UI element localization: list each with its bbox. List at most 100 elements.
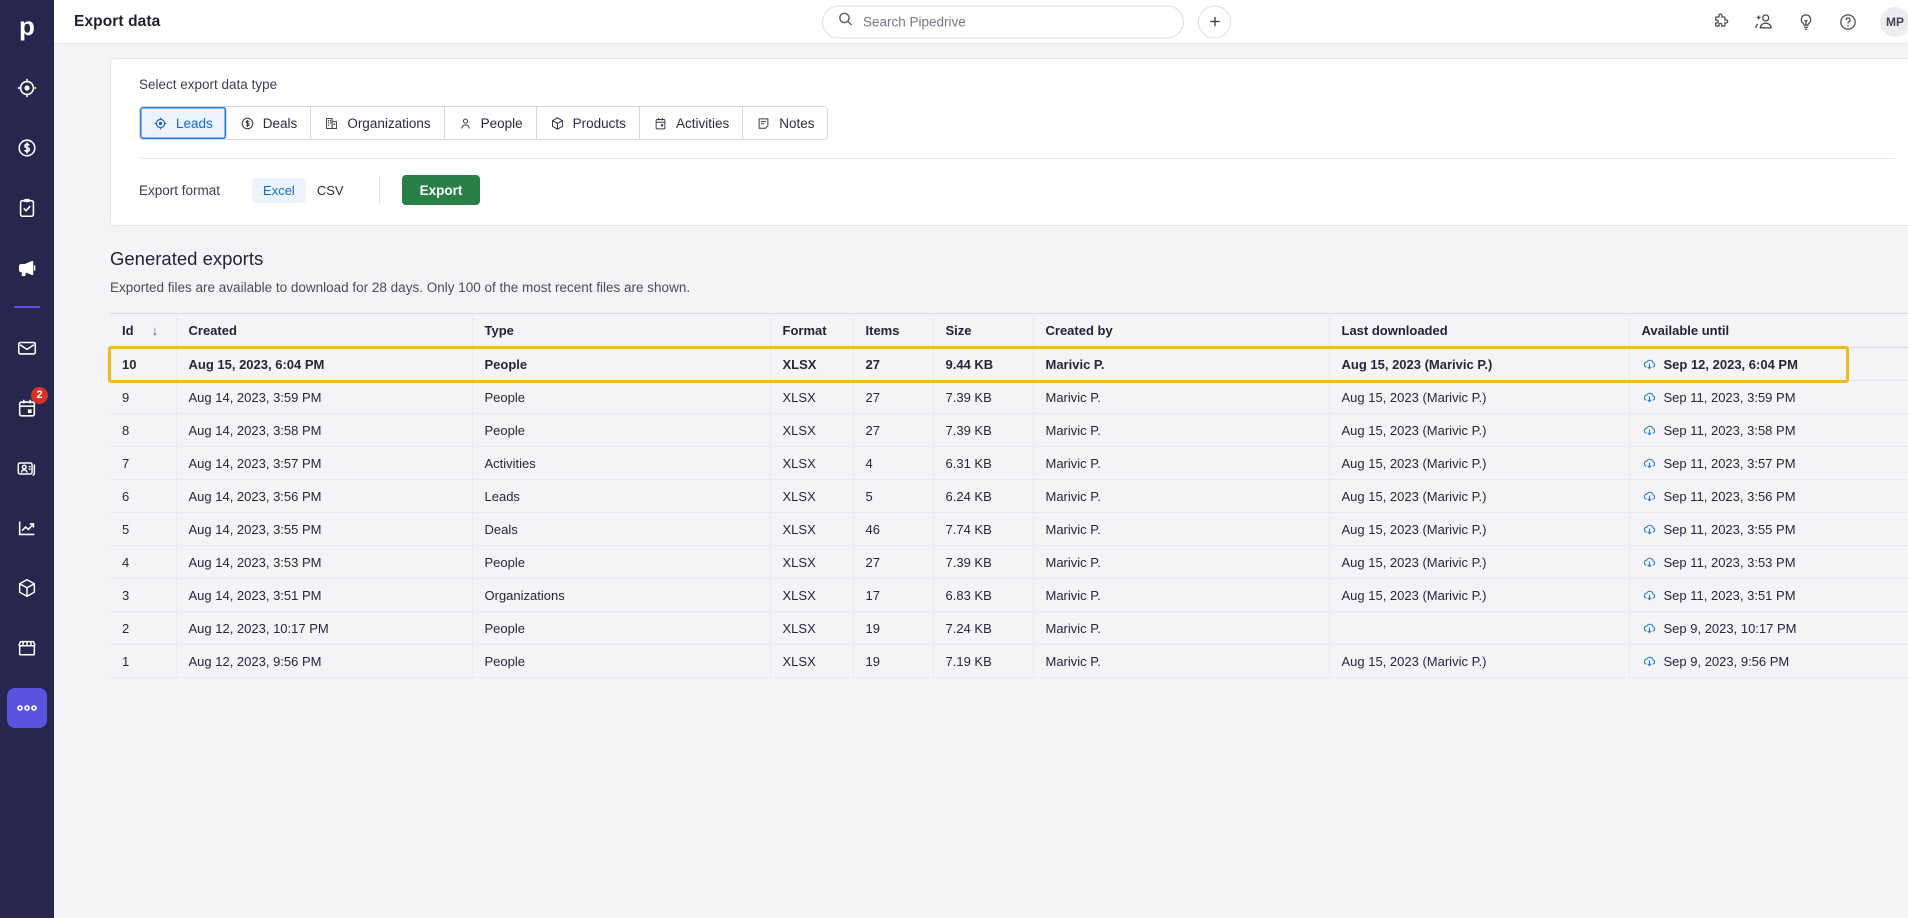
cell-id: 8	[110, 413, 177, 447]
cloud-download-icon[interactable]	[1642, 588, 1657, 603]
format-divider	[378, 176, 380, 204]
sidebar-item-insights[interactable]	[7, 508, 47, 548]
cell-created-by: Marivic P.	[1033, 611, 1330, 645]
cloud-download-icon[interactable]	[1642, 555, 1657, 570]
available-until-text: Sep 11, 2023, 3:55 PM	[1663, 521, 1796, 537]
table-row[interactable]: 5 Aug 14, 2023, 3:55 PM Deals XLSX 46 7.74 KB…	[110, 512, 1908, 546]
cell-format: XLSX	[770, 479, 854, 513]
cell-items: 19	[853, 611, 934, 645]
cell-format: XLSX	[770, 578, 854, 612]
col-header-items[interactable]: Items	[853, 313, 934, 348]
cell-last-downloaded: Aug 15, 2023 (Marivic P.)	[1329, 578, 1630, 612]
cell-created-by: Marivic P.	[1033, 512, 1330, 546]
cell-available-until[interactable]: Sep 9, 2023, 9:56 PM	[1629, 644, 1908, 678]
sidebar-item-contacts[interactable]	[7, 448, 47, 488]
col-header-type[interactable]: Type	[472, 313, 771, 348]
cell-last-downloaded: Aug 15, 2023 (Marivic P.)	[1329, 413, 1630, 447]
global-search[interactable]	[822, 5, 1184, 38]
cell-available-until[interactable]: Sep 11, 2023, 3:59 PM	[1629, 380, 1908, 414]
col-header-available-until[interactable]: Available until	[1629, 313, 1908, 348]
cloud-download-icon[interactable]	[1642, 390, 1657, 405]
cell-created: Aug 14, 2023, 3:57 PM	[176, 446, 473, 480]
available-until-text: Sep 11, 2023, 3:53 PM	[1663, 554, 1796, 570]
add-button[interactable]	[1198, 5, 1231, 38]
avatar[interactable]: MP	[1880, 6, 1908, 37]
sidebar-item-activities[interactable]	[7, 188, 47, 228]
export-config-card: Select export data type Leads Deals Orga…	[110, 58, 1908, 226]
help-icon[interactable]	[1838, 12, 1858, 32]
cell-created-by: Marivic P.	[1033, 578, 1330, 612]
table-row[interactable]: 6 Aug 14, 2023, 3:56 PM Leads XLSX 5 6.24 KB M…	[110, 479, 1908, 513]
cloud-download-icon[interactable]	[1642, 357, 1657, 372]
cell-id: 10	[110, 347, 177, 381]
format-option-excel[interactable]: Excel	[252, 177, 306, 203]
cell-available-until[interactable]: Sep 12, 2023, 6:04 PM	[1629, 347, 1908, 381]
cloud-download-icon[interactable]	[1642, 489, 1657, 504]
export-button[interactable]: Export	[401, 175, 481, 205]
table-row[interactable]: 3 Aug 14, 2023, 3:51 PM Organizations XLSX 1…	[110, 578, 1908, 612]
left-sidebar: p 2	[0, 0, 54, 918]
sidebar-item-leads[interactable]	[7, 68, 47, 108]
col-header-created-by[interactable]: Created by	[1033, 313, 1330, 348]
table-row[interactable]: 10 Aug 15, 2023, 6:04 PM People XLSX 27 9.44 …	[110, 347, 1908, 381]
table-row[interactable]: 9 Aug 14, 2023, 3:59 PM People XLSX 27 7.39 K…	[110, 380, 1908, 414]
col-header-id[interactable]: Id ↓	[110, 313, 177, 348]
cloud-download-icon[interactable]	[1642, 621, 1657, 636]
sidebar-item-campaigns[interactable]	[7, 248, 47, 288]
tab-leads[interactable]: Leads	[140, 107, 227, 139]
tab-deals[interactable]: Deals	[226, 107, 312, 139]
table-row[interactable]: 2 Aug 12, 2023, 10:17 PM People XLSX 19 7.24 …	[110, 611, 1908, 645]
sidebar-item-deals[interactable]	[7, 128, 47, 168]
cell-items: 17	[853, 578, 934, 612]
cell-items: 19	[853, 644, 934, 678]
cloud-download-icon[interactable]	[1642, 423, 1657, 438]
cloud-download-icon[interactable]	[1642, 654, 1657, 669]
cell-items: 5	[853, 479, 934, 513]
tab-deals-label: Deals	[262, 115, 298, 131]
col-header-size[interactable]: Size	[933, 313, 1034, 348]
sidebar-item-more[interactable]	[7, 688, 47, 728]
cell-available-until[interactable]: Sep 11, 2023, 3:58 PM	[1629, 413, 1908, 447]
cell-size: 6.83 KB	[933, 578, 1034, 612]
puzzle-icon[interactable]	[1711, 12, 1731, 32]
col-header-created[interactable]: Created	[176, 313, 473, 348]
col-header-format[interactable]: Format	[770, 313, 854, 348]
col-header-last-downloaded[interactable]: Last downloaded	[1329, 313, 1630, 348]
tab-notes[interactable]: Notes	[743, 107, 828, 139]
cell-format: XLSX	[770, 611, 854, 645]
sidebar-item-mail[interactable]	[7, 328, 47, 368]
building-icon	[324, 116, 339, 131]
cell-available-until[interactable]: Sep 9, 2023, 10:17 PM	[1629, 611, 1908, 645]
table-row[interactable]: 1 Aug 12, 2023, 9:56 PM People XLSX 19 7.19 K…	[110, 644, 1908, 678]
cloud-download-icon[interactable]	[1642, 522, 1657, 537]
sidebar-item-products[interactable]	[7, 568, 47, 608]
cell-available-until[interactable]: Sep 11, 2023, 3:51 PM	[1629, 578, 1908, 612]
lightbulb-icon[interactable]	[1796, 12, 1816, 32]
cell-available-until[interactable]: Sep 11, 2023, 3:53 PM	[1629, 545, 1908, 579]
cell-last-downloaded: Aug 15, 2023 (Marivic P.)	[1329, 479, 1630, 513]
sidebar-item-calendar[interactable]: 2	[7, 387, 48, 428]
table-row[interactable]: 4 Aug 14, 2023, 3:53 PM People XLSX 27 7.39 K…	[110, 545, 1908, 579]
search-input[interactable]	[863, 14, 1169, 29]
person-icon	[458, 116, 473, 131]
tab-people[interactable]: People	[444, 107, 537, 139]
sidebar-item-marketplace[interactable]	[7, 628, 47, 668]
cell-created-by: Marivic P.	[1033, 380, 1330, 414]
add-person-icon[interactable]	[1753, 11, 1774, 32]
cell-available-until[interactable]: Sep 11, 2023, 3:55 PM	[1629, 512, 1908, 546]
cell-items: 46	[853, 512, 934, 546]
cell-available-until[interactable]: Sep 11, 2023, 3:56 PM	[1629, 479, 1908, 513]
cell-available-until[interactable]: Sep 11, 2023, 3:57 PM	[1629, 446, 1908, 480]
cell-size: 6.31 KB	[933, 446, 1034, 480]
table-row[interactable]: 7 Aug 14, 2023, 3:57 PM Activities XLSX 4 6.3…	[110, 446, 1908, 480]
sort-desc-icon: ↓	[151, 323, 159, 338]
table-row[interactable]: 8 Aug 14, 2023, 3:58 PM People XLSX 27 7.39 K…	[110, 413, 1908, 447]
tab-products[interactable]: Products	[536, 107, 640, 139]
tab-organizations[interactable]: Organizations	[311, 107, 445, 139]
cell-items: 27	[853, 380, 934, 414]
cloud-download-icon[interactable]	[1642, 456, 1657, 471]
tab-activities[interactable]: Activities	[639, 107, 744, 139]
cell-created: Aug 12, 2023, 9:56 PM	[176, 644, 473, 678]
format-option-csv[interactable]: CSV	[306, 178, 355, 203]
pipedrive-logo[interactable]: p	[0, 8, 54, 44]
